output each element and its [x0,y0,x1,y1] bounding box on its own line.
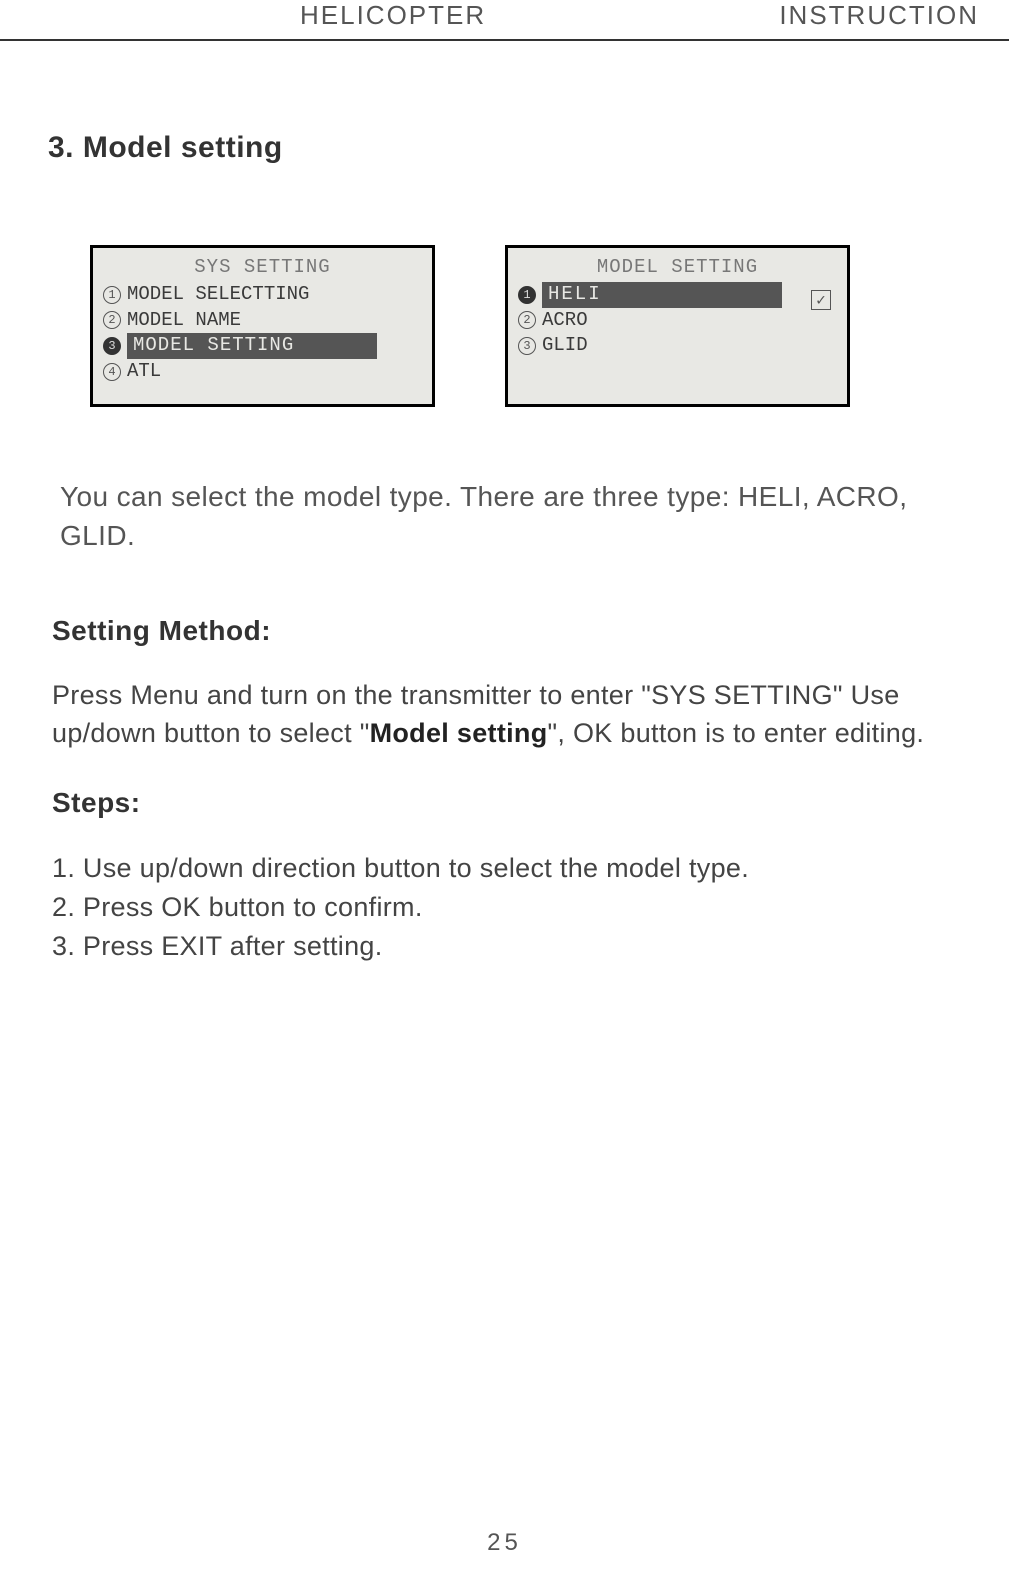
lcd1-title: SYS SETTING [103,256,422,278]
row-number-icon: 3 [518,337,536,355]
lcd2-row-2: 2ACRO [518,308,837,334]
intro-text: You can select the model type. There are… [60,477,959,555]
lcd2-title: MODEL SETTING [518,256,837,278]
page-number: 25 [0,1529,1009,1557]
setting-method-heading: Setting Method: [52,615,1009,647]
section-title: 3. Model setting [48,131,1009,165]
row-number-icon: 4 [103,363,121,381]
lcd2-row-3: 3GLID [518,333,837,359]
lcd-screen-model-setting: MODEL SETTING 1HELI 2ACRO 3GLID ✓ [505,245,850,407]
page-header: HELICOPTER INSTRUCTION [0,0,1009,41]
header-left: HELICOPTER [300,0,486,31]
lcd1-row-4: 4ATL [103,359,422,385]
lcd2-row-1-selected: 1HELI [518,282,837,308]
setting-method-bold: Model setting [370,718,548,748]
check-icon: ✓ [811,290,831,310]
row-number-icon: 2 [518,311,536,329]
step-3: 3. Press EXIT after setting. [52,927,1009,966]
step-2: 2. Press OK button to confirm. [52,888,1009,927]
steps-heading: Steps: [52,787,1009,819]
lcd-screen-sys-setting: SYS SETTING 1MODEL SELECTTING 2MODEL NAM… [90,245,435,407]
lcd1-row-2: 2MODEL NAME [103,308,422,334]
steps-list: 1. Use up/down direction button to selec… [52,849,1009,966]
row-number-icon: 2 [103,311,121,329]
row-number-icon: 1 [103,286,121,304]
setting-method-post: ", OK button is to enter editing. [548,718,925,748]
row-number-icon: 1 [518,286,536,304]
setting-method-body: Press Menu and turn on the transmitter t… [52,677,989,753]
lcd1-row-1: 1MODEL SELECTTING [103,282,422,308]
screens-row: SYS SETTING 1MODEL SELECTTING 2MODEL NAM… [90,245,1009,407]
row-number-icon: 3 [103,337,121,355]
step-1: 1. Use up/down direction button to selec… [52,849,1009,888]
header-right: INSTRUCTION [779,0,979,31]
lcd1-row-3-selected: 3MODEL SETTING [103,333,422,359]
